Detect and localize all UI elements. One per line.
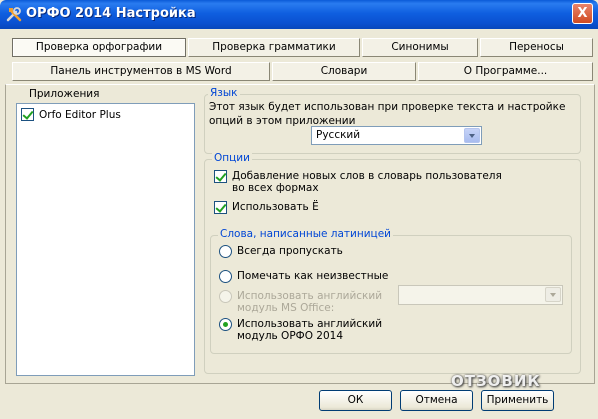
tab-grammar[interactable]: Проверка грамматики: [188, 38, 360, 57]
applications-label: Приложения: [29, 88, 100, 100]
tab-spelling[interactable]: Проверка орфографии: [12, 38, 186, 57]
add-words-checkbox[interactable]: [214, 170, 227, 183]
language-description: Этот язык будет использован при проверке…: [209, 101, 566, 127]
language-select-value: Русский: [316, 129, 361, 141]
add-words-option[interactable]: Добавление новых слов в словарь пользова…: [214, 170, 504, 194]
latin-words-group-title: Слова, написанные латиницей: [218, 228, 393, 240]
language-select[interactable]: Русский: [311, 126, 482, 145]
use-yo-option[interactable]: Использовать Ё: [214, 201, 319, 214]
applications-list[interactable]: Orfo Editor Plus: [16, 103, 195, 376]
tab-hyphenation[interactable]: Переносы: [480, 38, 593, 57]
list-item-label: Orfo Editor Plus: [39, 108, 121, 121]
tab-ms-word-toolbar[interactable]: Панель инструментов в MS Word: [12, 62, 270, 81]
mark-unknown-radio[interactable]: [219, 270, 232, 283]
use-english-orfo-option[interactable]: Использовать английский модуль ОРФО 2014: [219, 318, 419, 342]
use-yo-checkbox[interactable]: [214, 201, 227, 214]
list-item[interactable]: Orfo Editor Plus: [21, 108, 121, 121]
close-button[interactable]: X: [572, 3, 593, 24]
tab-about[interactable]: О Программе...: [418, 62, 593, 81]
chevron-down-icon: [545, 287, 561, 302]
tab-synonyms[interactable]: Синонимы: [362, 38, 478, 57]
tab-dictionaries[interactable]: Словари: [272, 62, 416, 81]
use-english-ms-radio: [219, 290, 232, 303]
always-skip-label: Всегда пропускать: [237, 245, 343, 257]
mark-unknown-label: Помечать как неизвестные: [237, 270, 389, 282]
use-english-orfo-label: Использовать английский модуль ОРФО 2014: [237, 318, 383, 342]
options-group-title: Опции: [212, 152, 252, 164]
chevron-down-icon[interactable]: [464, 128, 480, 143]
watermark-logo: ОТЗОВИК: [451, 372, 541, 390]
add-words-label: Добавление новых слов в словарь пользова…: [232, 170, 502, 194]
always-skip-radio[interactable]: [219, 245, 232, 258]
language-group-title: Язык: [208, 87, 240, 99]
ms-office-module-select: [398, 285, 563, 305]
ok-button[interactable]: ОК: [319, 390, 392, 411]
tools-icon: [6, 7, 22, 22]
use-english-orfo-radio[interactable]: [219, 318, 232, 331]
mark-unknown-option[interactable]: Помечать как неизвестные: [219, 270, 388, 283]
window-title: ОРФО 2014 Настройка: [26, 6, 196, 21]
title-bar[interactable]: ОРФО 2014 Настройка X: [0, 0, 598, 29]
orfo-editor-checkbox[interactable]: [21, 108, 34, 121]
use-english-ms-label: Использовать английский модуль MS Office…: [237, 290, 383, 314]
use-yo-label: Использовать Ё: [232, 201, 319, 213]
use-english-ms-option: Использовать английский модуль MS Office…: [219, 290, 389, 314]
always-skip-option[interactable]: Всегда пропускать: [219, 245, 343, 258]
